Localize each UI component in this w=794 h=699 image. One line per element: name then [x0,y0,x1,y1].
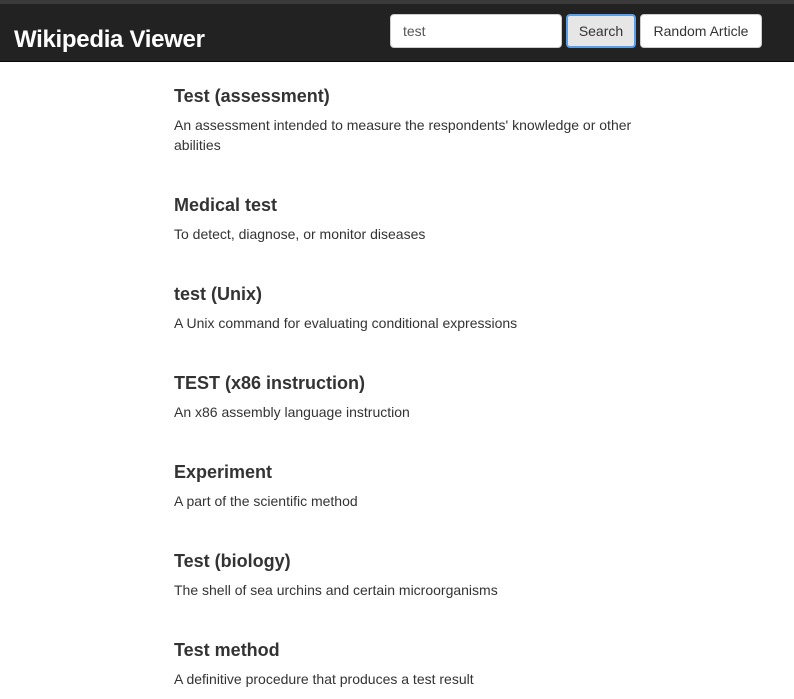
result-description: A Unix command for evaluating conditiona… [174,315,518,331]
result-description: An x86 assembly language instruction [174,404,410,420]
result-title[interactable]: Test (assessment) [174,85,634,107]
result-item[interactable]: TEST (x86 instruction) An x86 assembly l… [174,372,634,422]
navbar: Wikipedia Viewer Search Random Article [0,0,794,62]
result-item[interactable]: test (Unix) A Unix command for evaluatin… [174,283,634,333]
result-item[interactable]: Experiment A part of the scientific meth… [174,461,634,511]
result-title[interactable]: TEST (x86 instruction) [174,372,634,394]
result-title[interactable]: Test method [174,639,634,661]
search-button[interactable]: Search [566,14,636,48]
result-title[interactable]: Experiment [174,461,634,483]
result-description: To detect, diagnose, or monitor diseases [174,226,426,242]
result-item[interactable]: Test method A definitive procedure that … [174,639,634,689]
result-description: A definitive procedure that produces a t… [174,671,474,687]
result-title[interactable]: test (Unix) [174,283,634,305]
result-description: The shell of sea urchins and certain mic… [174,582,498,598]
result-item[interactable]: Medical test To detect, diagnose, or mon… [174,194,634,244]
result-item[interactable]: Test (biology) The shell of sea urchins … [174,550,634,600]
random-article-button[interactable]: Random Article [640,14,762,48]
result-title[interactable]: Medical test [174,194,634,216]
result-description: An assessment intended to measure the re… [174,117,632,153]
app-title: Wikipedia Viewer [14,26,205,53]
result-title[interactable]: Test (biology) [174,550,634,572]
result-item[interactable]: Test (assessment) An assessment intended… [174,85,634,155]
result-description: A part of the scientific method [174,493,358,509]
search-input[interactable] [390,14,562,48]
